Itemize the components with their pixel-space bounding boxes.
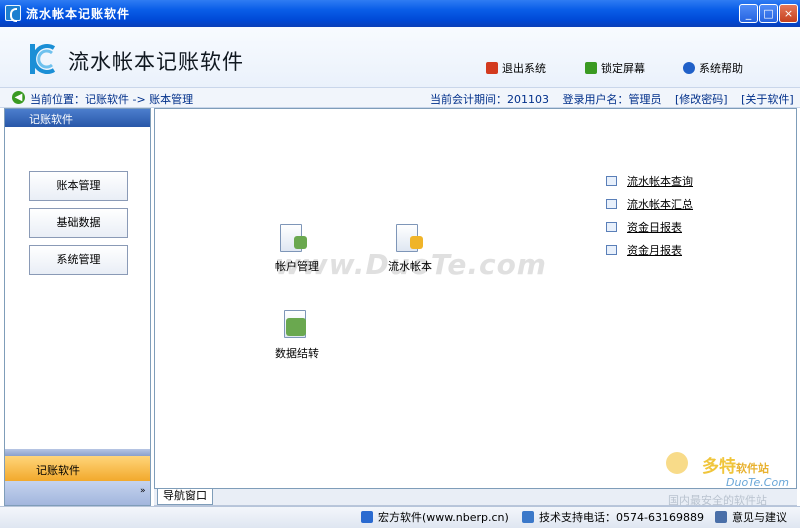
basic-data-button[interactable]: 基础数据 [29, 208, 128, 238]
tile-label-transfer[interactable]: 数据结转 [275, 345, 319, 361]
app-icon [5, 5, 21, 22]
expand-chevron-icon[interactable]: » [140, 486, 146, 496]
lock-screen-icon [585, 62, 597, 74]
login-user: 登录用户名：管理员 [562, 93, 662, 106]
change-password-link[interactable]: [修改密码] [675, 93, 728, 106]
duote-watermark-logo: 多特软件站 DuoTe.Com 国内最安全的软件站 [664, 448, 794, 508]
report-icon [606, 222, 617, 232]
feedback-icon [715, 511, 727, 523]
sidebar-splitter[interactable] [5, 449, 150, 456]
link-daily-fund-report[interactable]: 资金日报表 [606, 219, 682, 235]
tile-label-account[interactable]: 帐户管理 [275, 258, 319, 274]
exit-system-button[interactable]: 退出系统 [486, 60, 546, 76]
help-icon [683, 62, 695, 74]
status-support: 技术支持电话：0574-63169889 [522, 509, 704, 525]
link-ledger-summary[interactable]: 流水帐本汇总 [606, 196, 693, 212]
report-icon [606, 199, 617, 209]
power-icon [486, 62, 498, 74]
ledger-management-button[interactable]: 账本管理 [29, 171, 128, 201]
report-icon [606, 245, 617, 255]
app-title: 流水帐本记账软件 [68, 50, 244, 74]
transfer-badge-icon [286, 318, 306, 336]
ledger-badge-icon [410, 236, 423, 249]
account-badge-icon [294, 236, 307, 249]
feedback-button[interactable]: 意见与建议 [715, 509, 787, 525]
breadcrumb: 当前位置：记账软件 -> 账本管理 [30, 93, 194, 106]
sidebar-header: 记账软件 [5, 109, 150, 127]
tile-label-ledger[interactable]: 流水帐本 [388, 258, 432, 274]
lock-screen-button[interactable]: 锁定屏幕 [585, 60, 645, 76]
main-panel [154, 108, 797, 489]
link-monthly-fund-report[interactable]: 资金月报表 [606, 242, 682, 258]
about-software-link[interactable]: [关于软件] [741, 93, 794, 106]
system-management-button[interactable]: 系统管理 [29, 245, 128, 275]
support-icon [522, 511, 534, 523]
accounting-period: 当前会计期间：201103 [430, 93, 549, 106]
tile-account-management[interactable] [280, 224, 307, 252]
window-title: 流水帐本记账软件 [26, 7, 131, 21]
close-button[interactable]: × [779, 4, 798, 23]
sidebar-section-accounting[interactable]: 记账软件 [5, 456, 150, 481]
session-info: 当前会计期间：201103 登录用户名：管理员 [修改密码] [关于软件] [430, 91, 800, 107]
minimize-button[interactable]: _ [739, 4, 758, 23]
back-arrow-icon[interactable]: ◀ [12, 91, 25, 104]
home-icon [361, 511, 373, 523]
app-logo-icon [30, 44, 56, 74]
maximize-button[interactable]: □ [759, 4, 778, 23]
mascot-icon [666, 452, 688, 474]
tile-data-carryover[interactable] [284, 310, 306, 338]
tile-running-ledger[interactable] [396, 224, 423, 252]
sidebar [4, 108, 151, 506]
link-ledger-query[interactable]: 流水帐本查询 [606, 173, 693, 189]
system-help-button[interactable]: 系统帮助 [683, 60, 743, 76]
status-vendor: 宏方软件(www.nberp.cn) [361, 509, 509, 525]
sidebar-footer [5, 481, 150, 505]
report-icon [606, 176, 617, 186]
tab-navigation-window[interactable]: 导航窗口 [157, 489, 213, 505]
